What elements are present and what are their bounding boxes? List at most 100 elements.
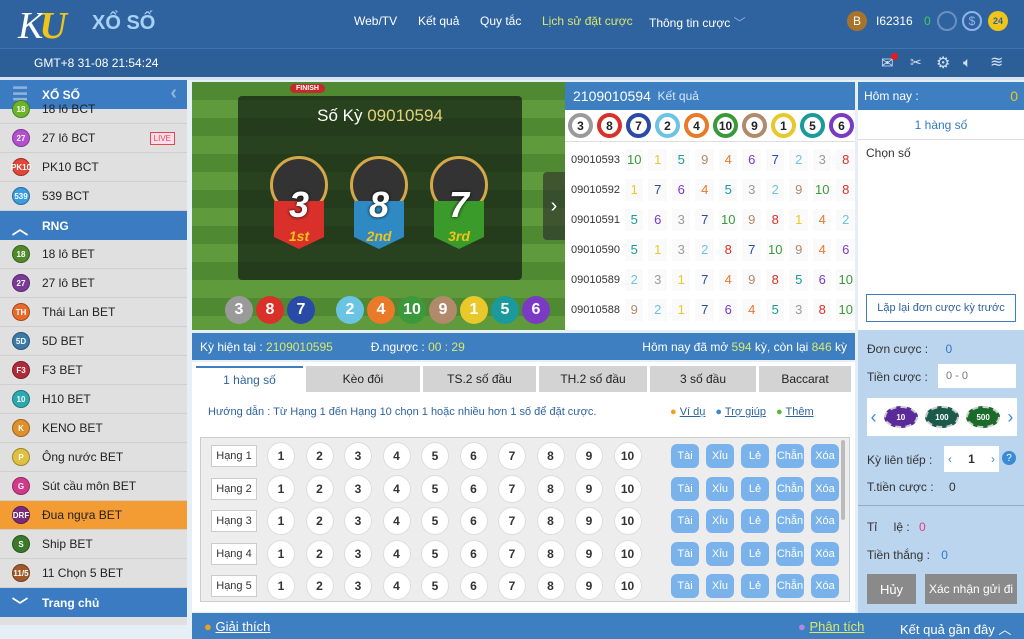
tab[interactable]: TH.2 số đầu xyxy=(539,366,647,392)
recent-results-toggle[interactable]: Kết quả gần đây ︿ xyxy=(900,619,1011,638)
number-button[interactable]: 8 xyxy=(536,572,565,600)
sidebar-item[interactable]: PK10 PK10 BCT xyxy=(0,153,187,182)
number-button[interactable]: 3 xyxy=(344,442,372,470)
sidebar-item[interactable]: 5D 5D BET xyxy=(0,327,187,356)
quick-select-button[interactable]: Lẻ xyxy=(741,509,769,533)
number-button[interactable]: 3 xyxy=(344,507,372,535)
number-button[interactable]: 8 xyxy=(536,474,565,503)
number-button[interactable]: 5 xyxy=(421,474,449,503)
chip-next-icon[interactable]: › xyxy=(1007,407,1013,428)
nav-web-tv[interactable]: Web/TV xyxy=(354,14,397,28)
consecutive-stepper[interactable]: ‹ 1 › xyxy=(944,446,999,472)
quick-select-button[interactable]: Lẻ xyxy=(741,444,769,468)
number-button[interactable]: 4 xyxy=(382,507,411,535)
number-button[interactable]: 8 xyxy=(536,507,565,535)
number-button[interactable]: 6 xyxy=(459,474,488,503)
chip-100[interactable]: 100 xyxy=(924,406,959,428)
wifi-icon[interactable]: ≋ xyxy=(990,52,1003,72)
number-button[interactable]: 2 xyxy=(305,539,334,568)
nav-bet-history[interactable]: Lịch sử đặt cược xyxy=(542,14,633,28)
chip-10[interactable]: 10 xyxy=(883,406,918,428)
quick-select-button[interactable]: Lẻ xyxy=(741,541,769,566)
quick-select-button[interactable]: Chẵn xyxy=(776,541,804,566)
sidebar-item[interactable]: DRF Đua ngựa BET xyxy=(0,501,187,530)
nav-rules[interactable]: Quy tắc xyxy=(480,14,521,28)
quick-select-button[interactable]: Xỉu xyxy=(706,509,734,533)
confirm-button[interactable]: Xác nhận gửi đi xyxy=(925,574,1017,604)
sidebar-item[interactable]: 27 27 lô BCT LIVE xyxy=(0,124,187,153)
quick-select-button[interactable]: Xỉu xyxy=(706,444,734,468)
number-button[interactable]: 9 xyxy=(575,572,603,600)
logo[interactable]: KU xyxy=(18,4,67,48)
repeat-last-bet-button[interactable]: Lặp lại đơn cược kỳ trước xyxy=(866,294,1016,322)
number-button[interactable]: 6 xyxy=(459,507,488,535)
increment-icon[interactable]: › xyxy=(991,452,995,466)
quick-select-button[interactable]: Xóa xyxy=(811,541,839,566)
number-button[interactable]: 1 xyxy=(267,442,295,470)
number-button[interactable]: 5 xyxy=(421,507,449,535)
next-arrow[interactable]: › xyxy=(543,172,565,240)
number-button[interactable]: 5 xyxy=(421,442,449,470)
number-button[interactable]: 10 xyxy=(613,442,642,470)
sidebar-item[interactable]: 27 27 lô BET xyxy=(0,269,187,298)
number-button[interactable]: 8 xyxy=(536,442,565,470)
quick-select-button[interactable]: Chẵn xyxy=(776,444,804,468)
number-button[interactable]: 1 xyxy=(267,474,295,503)
chip-prev-icon[interactable]: ‹ xyxy=(871,407,877,428)
number-button[interactable]: 5 xyxy=(421,572,449,600)
number-button[interactable]: 6 xyxy=(459,539,488,568)
sidebar-item[interactable]: 18 18 lô BCT xyxy=(0,95,187,124)
quick-select-button[interactable]: Chẵn xyxy=(776,476,804,501)
quick-select-button[interactable]: Xóa xyxy=(811,444,839,468)
quick-select-button[interactable]: Tài xyxy=(671,476,699,501)
number-button[interactable]: 7 xyxy=(498,507,526,535)
number-button[interactable]: 6 xyxy=(459,572,488,600)
number-button[interactable]: 2 xyxy=(305,442,334,470)
sidebar-item[interactable]: 18 18 lô BET xyxy=(0,240,187,269)
more-link[interactable]: ● Thêm xyxy=(776,406,814,418)
tools-icon[interactable]: ✂ xyxy=(910,54,922,71)
support-24-icon[interactable]: 24 xyxy=(988,11,1008,31)
quick-select-button[interactable]: Tài xyxy=(671,574,699,598)
number-button[interactable]: 10 xyxy=(613,507,642,535)
sidebar-item[interactable]: 11/5 11 Chọn 5 BET xyxy=(0,559,187,588)
number-button[interactable]: 3 xyxy=(344,539,372,568)
number-button[interactable]: 8 xyxy=(536,539,565,568)
help-link[interactable]: ● Trợ giúp xyxy=(715,406,766,418)
sidebar-home[interactable]: ﹀ Trang chủ xyxy=(0,588,187,617)
quick-select-button[interactable]: Tài xyxy=(671,541,699,566)
speaker-icon[interactable]: 🔈︎ xyxy=(963,54,971,71)
refresh-icon[interactable] xyxy=(937,11,957,31)
gear-icon[interactable]: ⚙ xyxy=(936,53,950,73)
number-button[interactable]: 9 xyxy=(575,507,603,535)
cancel-button[interactable]: Hủy xyxy=(867,574,916,604)
number-button[interactable]: 3 xyxy=(344,572,372,600)
number-button[interactable]: 5 xyxy=(421,539,449,568)
quick-select-button[interactable]: Lẻ xyxy=(741,476,769,501)
quick-select-button[interactable]: Tài xyxy=(671,509,699,533)
tab[interactable]: 3 số đầu xyxy=(650,366,756,392)
quick-select-button[interactable]: Xỉu xyxy=(706,574,734,598)
number-button[interactable]: 1 xyxy=(267,572,295,600)
quick-select-button[interactable]: Chẵn xyxy=(776,574,804,598)
decrement-icon[interactable]: ‹ xyxy=(948,452,952,466)
tab[interactable]: Baccarat xyxy=(759,366,851,392)
tab[interactable]: TS.2 số đầu xyxy=(423,366,536,392)
number-button[interactable]: 2 xyxy=(305,507,334,535)
quick-select-button[interactable]: Xóa xyxy=(811,509,839,533)
nav-bet-info[interactable]: Thông tin cược ﹀ xyxy=(649,14,746,31)
sidebar-item[interactable]: 539 539 BCT xyxy=(0,182,187,211)
number-button[interactable]: 10 xyxy=(613,474,642,503)
number-button[interactable]: 4 xyxy=(382,442,411,470)
sidebar-item[interactable]: P Ông nước BET xyxy=(0,443,187,472)
number-button[interactable]: 3 xyxy=(344,474,372,503)
quick-select-button[interactable]: Chẵn xyxy=(776,509,804,533)
nav-results[interactable]: Kết quả xyxy=(418,14,459,28)
sidebar-item[interactable]: TH Thái Lan BET xyxy=(0,298,187,327)
sidebar-item[interactable]: G Sút cầu môn BET xyxy=(0,472,187,501)
number-button[interactable]: 7 xyxy=(498,539,526,568)
mail-icon[interactable]: ✉ xyxy=(881,53,898,72)
number-button[interactable]: 9 xyxy=(575,442,603,470)
sidebar-item[interactable]: S Ship BET xyxy=(0,530,187,559)
example-link[interactable]: ● Ví dụ xyxy=(670,406,705,418)
